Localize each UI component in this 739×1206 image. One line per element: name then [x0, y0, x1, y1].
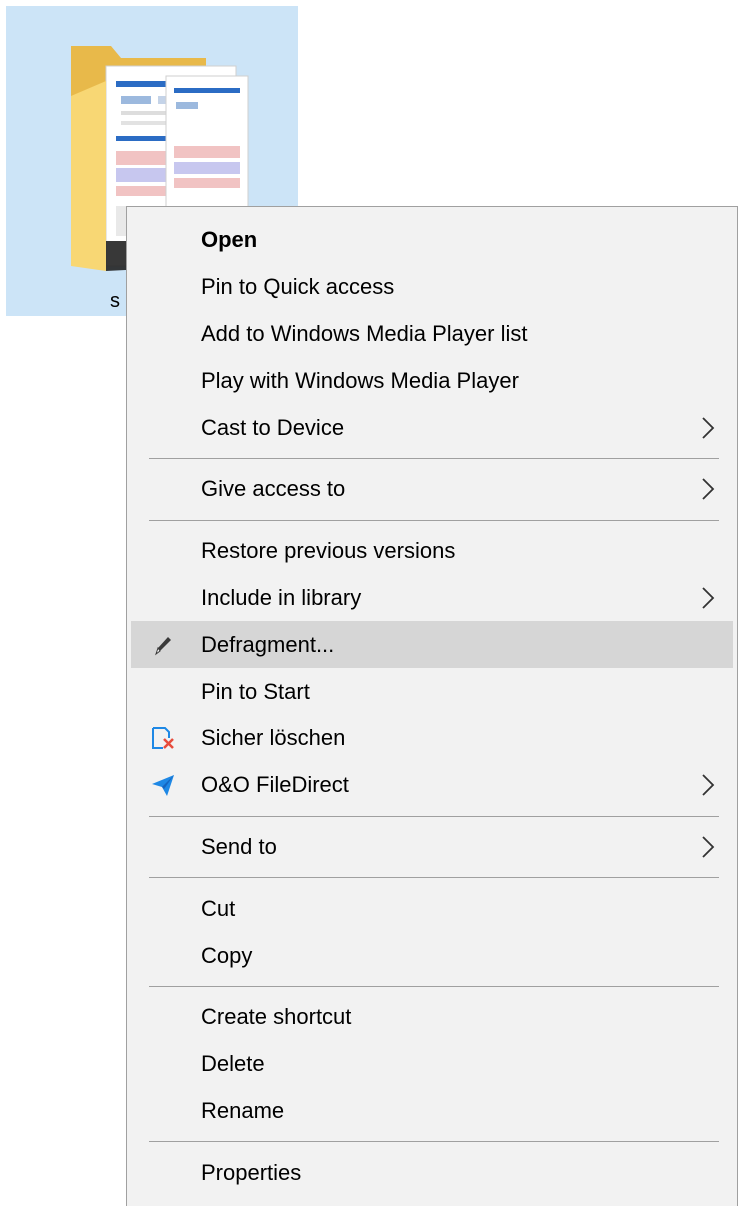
- menu-item-open[interactable]: Open: [131, 217, 733, 264]
- menu-item-label: Cast to Device: [201, 414, 345, 440]
- menu-item-pin-to-quick-access[interactable]: Pin to Quick access: [131, 264, 733, 311]
- menu-item-include-in-library[interactable]: Include in library: [131, 575, 733, 622]
- menu-item-label: Copy: [201, 942, 253, 968]
- folder-name-label: s: [110, 290, 120, 312]
- chevron-right-icon: [701, 416, 715, 440]
- menu-item-label: Give access to: [201, 476, 346, 502]
- menu-item-defragment[interactable]: Defragment...: [131, 621, 733, 669]
- menu-separator: [149, 815, 719, 817]
- menu-item-label: Properties: [201, 1159, 302, 1185]
- menu-separator: [149, 1141, 719, 1143]
- menu-item-label: Create shortcut: [201, 1004, 352, 1030]
- menu-item-give-access-to[interactable]: Give access to: [131, 466, 733, 513]
- menu-separator: [149, 877, 719, 879]
- paper-plane-icon: [149, 771, 177, 799]
- menu-item-label: Pin to Start: [201, 678, 310, 704]
- menu-item-copy[interactable]: Copy: [131, 932, 733, 979]
- menu-item-label: Open: [201, 227, 258, 253]
- menu-item-label: Restore previous versions: [201, 538, 456, 564]
- menu-item-sicher-löschen[interactable]: Sicher löschen: [131, 715, 733, 762]
- menu-item-properties[interactable]: Properties: [131, 1149, 733, 1196]
- menu-separator: [149, 457, 719, 459]
- context-menu: Open Pin to Quick access Add to Windows Me…: [126, 206, 738, 1206]
- menu-item-label: O&O FileDirect: [201, 772, 349, 798]
- defragment-icon: [149, 631, 177, 659]
- menu-item-add-to-windows-media-player-list[interactable]: Add to Windows Media Player list: [131, 311, 733, 358]
- chevron-right-icon: [701, 835, 715, 859]
- menu-item-cast-to-device[interactable]: Cast to Device: [131, 404, 733, 451]
- menu-item-create-shortcut[interactable]: Create shortcut: [131, 994, 733, 1041]
- menu-item-rename[interactable]: Rename: [131, 1088, 733, 1135]
- menu-item-label: Rename: [201, 1097, 285, 1123]
- chevron-right-icon: [701, 586, 715, 610]
- menu-item-send-to[interactable]: Send to: [131, 824, 733, 871]
- secure-delete-icon: [149, 724, 177, 752]
- menu-separator: [149, 985, 719, 987]
- menu-item-label: Include in library: [201, 584, 362, 610]
- menu-item-label: Send to: [201, 833, 277, 859]
- menu-item-label: Pin to Quick access: [201, 274, 395, 300]
- menu-item-pin-to-start[interactable]: Pin to Start: [131, 668, 733, 715]
- desktop-page: s Open Pin to Quick access Add to Windows …: [0, 0, 739, 1206]
- menu-item-label: Play with Windows Media Player: [201, 367, 519, 393]
- menu-separator: [149, 519, 719, 521]
- menu-item-oando-filedirect[interactable]: O&O FileDirect: [131, 762, 733, 809]
- menu-item-cut[interactable]: Cut: [131, 885, 733, 932]
- menu-item-label: Defragment...: [201, 631, 335, 657]
- menu-item-play-with-windows-media-player[interactable]: Play with Windows Media Player: [131, 357, 733, 404]
- chevron-right-icon: [701, 477, 715, 501]
- menu-item-label: Add to Windows Media Player list: [201, 320, 528, 346]
- menu-item-label: Cut: [201, 895, 236, 921]
- menu-item-label: Sicher löschen: [201, 725, 346, 751]
- chevron-right-icon: [701, 773, 715, 797]
- menu-item-delete[interactable]: Delete: [131, 1041, 733, 1088]
- menu-item-label: Delete: [201, 1051, 265, 1077]
- menu-item-restore-previous-versions[interactable]: Restore previous versions: [131, 528, 733, 575]
